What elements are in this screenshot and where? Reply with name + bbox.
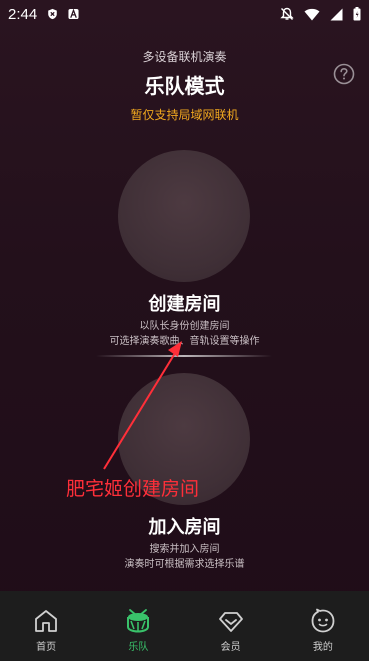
bottom-nav: 首页 乐队 会员 我的	[0, 591, 369, 661]
create-room-desc-2: 可选择演奏歌曲、音轨设置等操作	[109, 336, 260, 347]
nav-label-home: 首页	[36, 642, 57, 653]
create-room-title[interactable]: 创建房间	[0, 290, 369, 316]
status-time: 2:44	[8, 5, 38, 23]
signal-icon	[330, 8, 343, 20]
home-icon	[35, 610, 58, 632]
battery-icon	[353, 7, 361, 21]
lan-notice: 暂仅支持局域网联机	[130, 108, 239, 122]
drum-icon	[127, 609, 150, 633]
nav-item-vip[interactable]: 会员	[185, 591, 277, 661]
notifications-off-icon	[280, 7, 294, 20]
wifi-icon	[304, 8, 320, 20]
status-bar: 2:44	[0, 0, 369, 28]
create-room-desc-1: 以队长身份创建房间	[139, 321, 230, 332]
join-room-title[interactable]: 加入房间	[0, 513, 369, 539]
join-room-desc-2: 演奏时可根据需求选择乐谱	[124, 559, 245, 570]
header: 多设备联机演奏 乐队模式 暂仅支持局域网联机	[0, 48, 369, 123]
profile-icon	[311, 608, 335, 633]
page-subtitle: 多设备联机演奏	[142, 50, 227, 64]
create-room-button[interactable]	[118, 150, 250, 282]
section-divider	[96, 355, 272, 357]
nav-item-me[interactable]: 我的	[277, 591, 369, 661]
nav-label-band: 乐队	[128, 642, 149, 653]
nav-label-vip: 会员	[220, 642, 241, 653]
join-room-desc-1: 搜索并加入房间	[149, 544, 220, 555]
help-icon[interactable]	[333, 63, 355, 85]
page-title: 乐队模式	[144, 74, 225, 98]
nav-label-me: 我的	[312, 642, 333, 653]
diamond-icon	[218, 612, 243, 632]
annotation-label: 肥宅姬创建房间	[66, 478, 200, 500]
nav-item-home[interactable]: 首页	[0, 591, 92, 661]
nav-item-band[interactable]: 乐队	[92, 591, 184, 661]
shield-icon	[48, 8, 57, 20]
app-a-icon	[68, 8, 79, 20]
